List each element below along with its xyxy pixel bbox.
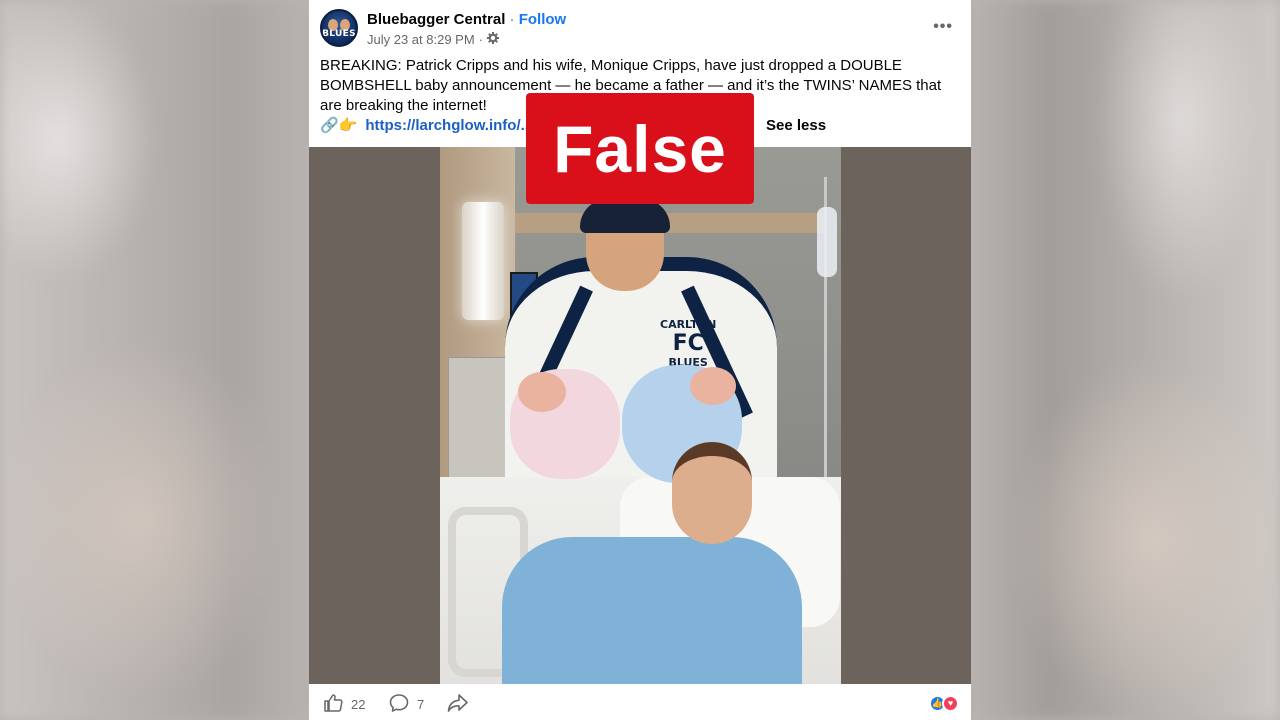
photo-man-cap — [580, 199, 670, 233]
comment-count: 7 — [417, 697, 425, 712]
post-photo[interactable]: CARLTON FC BLUES — [440, 147, 841, 684]
page-name-line: Bluebagger Central · Follow — [367, 11, 566, 28]
gear-icon[interactable] — [487, 32, 500, 47]
love-reaction-icon: ♥ — [942, 695, 959, 712]
like-action[interactable]: 22 — [323, 693, 365, 716]
separator-dot: · — [509, 11, 515, 28]
link-emoji: 🔗👉 — [320, 117, 358, 134]
share-arrow-icon[interactable] — [447, 693, 469, 716]
post-timestamp-line: July 23 at 8:29 PM · — [367, 32, 500, 47]
see-less-button[interactable]: See less — [766, 116, 826, 136]
like-count: 22 — [351, 697, 366, 712]
reaction-summary[interactable]: 👍 ♥ — [929, 695, 959, 712]
photo-woman-head — [672, 442, 752, 544]
caption-link[interactable]: https://larchglow.info/... — [365, 116, 533, 136]
photo-baby-face — [690, 367, 736, 405]
post-footer: 22 7 👍 ♥ — [309, 684, 971, 720]
thumbs-up-icon[interactable] — [323, 693, 343, 716]
false-fact-check-badge: False — [526, 93, 754, 204]
photo-curtain-rail — [515, 213, 825, 233]
comment-bubble-icon[interactable] — [389, 693, 409, 716]
facebook-post-card: BLUES Bluebagger Central · Follow July 2… — [309, 0, 971, 720]
comment-action[interactable]: 7 — [389, 693, 424, 716]
post-header: BLUES Bluebagger Central · Follow July 2… — [309, 0, 971, 56]
carlton-logo-top: CARLTON — [660, 318, 717, 331]
carlton-logo: CARLTON FC BLUES — [660, 319, 716, 369]
share-action[interactable] — [447, 693, 469, 716]
carlton-logo-mark: FC — [672, 331, 704, 356]
photo-baby-face — [518, 372, 566, 412]
page-avatar[interactable]: BLUES — [320, 9, 358, 47]
photo-iv-bag — [817, 207, 837, 277]
separator-dot: · — [478, 32, 484, 47]
page-name-link[interactable]: Bluebagger Central — [367, 11, 505, 28]
post-timestamp[interactable]: July 23 at 8:29 PM — [367, 32, 475, 47]
photo-wall-lamp — [462, 202, 504, 320]
photo-woman-gown — [502, 537, 802, 684]
post-image-area[interactable]: CARLTON FC BLUES — [309, 147, 971, 684]
follow-button[interactable]: Follow — [519, 11, 567, 28]
more-options-button[interactable]: ••• — [933, 18, 953, 36]
avatar-text: BLUES — [322, 29, 356, 39]
